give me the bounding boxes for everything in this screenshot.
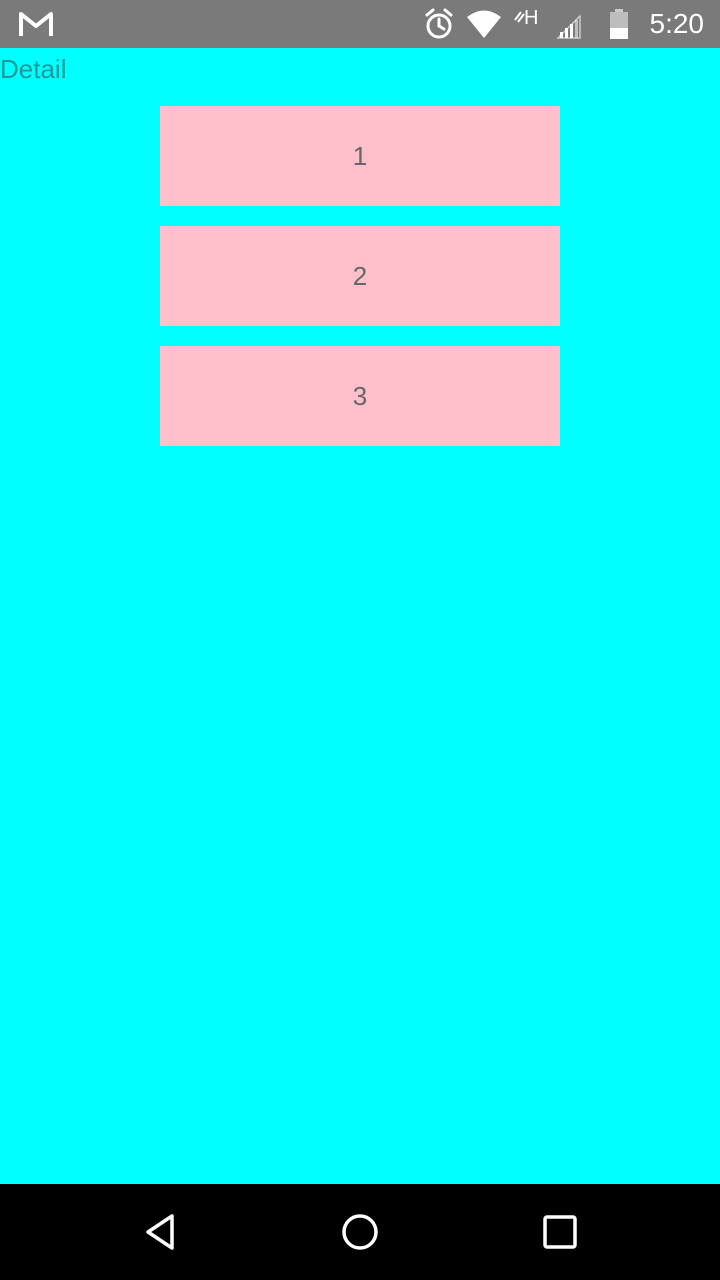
navigation-bar — [0, 1184, 720, 1280]
alarm-icon — [424, 8, 454, 44]
home-icon — [342, 1214, 378, 1250]
back-icon — [146, 1214, 174, 1250]
battery-icon — [608, 8, 630, 44]
list-item[interactable]: 3 — [160, 346, 560, 446]
list-item[interactable]: 1 — [160, 106, 560, 206]
page-title: Detail — [0, 54, 67, 84]
status-time: 5:20 — [649, 8, 705, 39]
data-h-label: H — [524, 7, 538, 29]
home-button[interactable] — [336, 1208, 384, 1256]
wifi-icon — [466, 10, 502, 42]
recents-button[interactable] — [536, 1208, 584, 1256]
back-button[interactable] — [136, 1208, 184, 1256]
gmail-icon — [18, 10, 54, 38]
status-bar: H 5:20 — [0, 0, 720, 48]
signal-icon — [556, 14, 582, 44]
recents-icon — [543, 1215, 577, 1249]
list-item[interactable]: 2 — [160, 226, 560, 326]
data-h-icon: H — [512, 6, 542, 34]
